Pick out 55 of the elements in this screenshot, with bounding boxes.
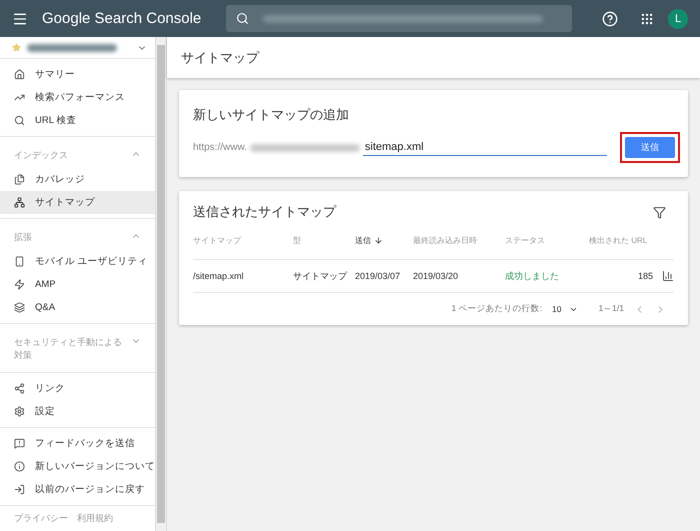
submit-button[interactable]: 送信 <box>625 137 675 158</box>
footer-links: プライバシー 利用規約 <box>13 512 114 525</box>
url-prefix: https://www. <box>193 142 247 153</box>
nav-item[interactable]: サイトマップ <box>0 191 155 214</box>
nav-item[interactable]: 設定 <box>0 400 155 423</box>
nav-item[interactable]: 新しいバージョンについて <box>0 455 155 478</box>
search-icon <box>14 115 25 126</box>
table-cell: /sitemap.xml <box>193 260 293 293</box>
page-range: 1～1/1 <box>598 303 624 315</box>
page-title: サイトマップ <box>167 37 700 78</box>
table-cell: 185 <box>589 260 653 293</box>
table-cell: サイトマップ <box>293 260 355 293</box>
layers-icon <box>14 302 25 313</box>
pages-icon <box>14 174 25 185</box>
sitemap-input[interactable]: sitemap.xml <box>362 139 607 156</box>
rows-per-page-label: 1 ページあたりの行数: <box>452 303 542 315</box>
feedback-icon <box>14 438 25 449</box>
table-cell: 成功しました <box>505 260 589 293</box>
hierarchy-icon <box>14 197 25 208</box>
nav-item[interactable]: フィードバックを送信 <box>0 432 155 455</box>
nav-item[interactable]: モバイル ユーザビリティ <box>0 250 155 273</box>
filter-icon[interactable] <box>653 206 666 218</box>
search-field[interactable] <box>226 5 572 32</box>
network-icon <box>14 383 25 394</box>
search-icon <box>236 12 249 25</box>
nav-item[interactable]: サマリー <box>0 63 155 86</box>
card-title: 送信されたサイトマップ <box>193 203 336 221</box>
apps-icon[interactable] <box>640 12 654 26</box>
phone-icon <box>14 256 25 267</box>
nav-item[interactable]: Q&A <box>0 296 155 319</box>
home-icon <box>14 69 25 80</box>
nav-item[interactable]: 以前のバージョンに戻す <box>0 478 155 501</box>
enter-icon <box>14 484 25 495</box>
column-header[interactable]: 送信 <box>355 221 413 260</box>
nav-item[interactable]: 検索パフォーマンス <box>0 86 155 109</box>
help-icon[interactable] <box>602 10 618 26</box>
trend-icon <box>14 92 25 103</box>
nav-item[interactable]: リンク <box>0 377 155 400</box>
rows-per-page-select[interactable]: 10 <box>552 304 578 314</box>
settings-icon <box>14 406 25 417</box>
lightning-icon <box>14 279 25 290</box>
menu-icon[interactable] <box>12 10 28 26</box>
scrollbar-thumb[interactable] <box>157 45 165 523</box>
nav-item[interactable]: カバレッジ <box>0 168 155 191</box>
star-icon <box>12 43 21 52</box>
nav-item[interactable]: URL 検査 <box>0 109 155 132</box>
table-cell: 2019/03/20 <box>413 260 505 293</box>
sort-arrow-icon <box>374 236 383 244</box>
avatar[interactable]: L <box>668 8 688 28</box>
product-logo[interactable]: Google Search Console <box>42 8 212 28</box>
card-title: 新しいサイトマップの追加 <box>192 106 350 124</box>
chart-icon[interactable] <box>662 270 674 282</box>
nav-item[interactable]: AMP <box>0 273 155 296</box>
info-icon <box>14 461 25 472</box>
table-cell: 2019/03/07 <box>355 260 413 293</box>
